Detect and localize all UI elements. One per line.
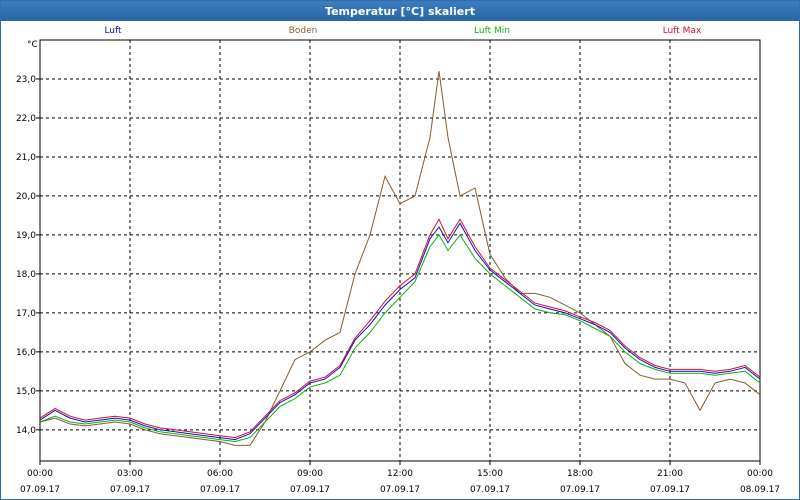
x-tick-date-label: 07.09.17 <box>110 485 150 495</box>
x-tick-time-label: 15:00 <box>477 469 503 479</box>
y-tick-label: 23,0 <box>16 75 36 85</box>
y-tick-label: 15,0 <box>16 387 36 397</box>
x-tick-time-label: 00:00 <box>747 469 773 479</box>
x-tick-time-label: 06:00 <box>207 469 233 479</box>
legend-entry-luft-min: Luft Min <box>474 26 510 36</box>
x-tick-date-label: 07.09.17 <box>20 485 60 495</box>
temperature-chart: 14,0 15,0 16,0 17,0 18,0 19,0 20,0 21,0 22,0 23,0… <box>16 26 780 495</box>
y-axis-label: °C <box>27 40 38 50</box>
x-tick-date-label: 08.09.17 <box>740 485 780 495</box>
x-tick-time-label: 18:00 <box>567 469 593 479</box>
x-tick-time-label: 00:00 <box>27 469 53 479</box>
legend: Luft Boden Luft Min Luft Max <box>104 26 702 36</box>
y-tick-label: 17,0 <box>16 309 36 319</box>
y-tick-label: 20,0 <box>16 192 36 202</box>
x-tick-time-label: 09:00 <box>297 469 323 479</box>
x-tick-time-label: 21:00 <box>657 469 683 479</box>
x-tick-date-label: 07.09.17 <box>290 485 330 495</box>
x-axis: 00:00 07.09.17 03:00 07.09.17 06:00 07.09.17 0… <box>20 461 780 495</box>
x-tick-date-label: 07.09.17 <box>470 485 510 495</box>
x-tick-time-label: 12:00 <box>387 469 413 479</box>
x-tick-date-label: 07.09.17 <box>560 485 600 495</box>
grid-lines <box>40 40 760 461</box>
x-tick-date-label: 07.09.17 <box>650 485 690 495</box>
series-line-luft-min <box>39 234 761 443</box>
legend-entry-boden: Boden <box>289 26 318 36</box>
y-tick-label: 16,0 <box>16 348 36 358</box>
legend-entry-luft: Luft <box>104 26 122 36</box>
y-tick-label: 18,0 <box>16 270 36 280</box>
y-tick-label: 19,0 <box>16 231 36 241</box>
y-tick-label: 22,0 <box>16 114 36 124</box>
x-tick-date-label: 07.09.17 <box>380 485 420 495</box>
y-axis: 14,0 15,0 16,0 17,0 18,0 19,0 20,0 21,0 22,0 23,0 <box>16 75 40 436</box>
x-tick-date-label: 07.09.17 <box>200 485 240 495</box>
y-tick-label: 14,0 <box>16 426 36 436</box>
y-tick-label: 21,0 <box>16 153 36 163</box>
x-tick-time-label: 03:00 <box>117 469 143 479</box>
legend-entry-luft-max: Luft Max <box>663 26 702 36</box>
